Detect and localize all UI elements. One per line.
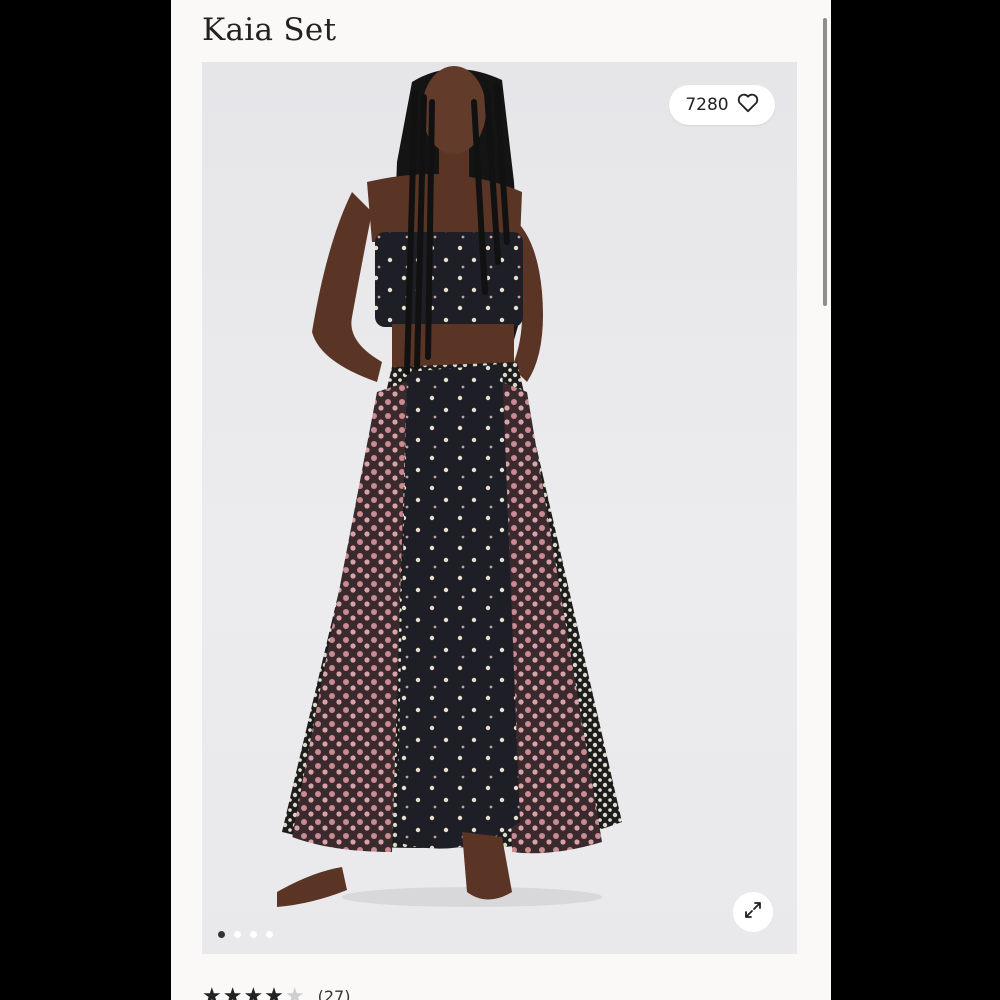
- star-rating: ★★★★★: [202, 984, 306, 1000]
- product-title: Kaia Set: [202, 12, 337, 48]
- gallery-dot[interactable]: [218, 931, 225, 938]
- rating[interactable]: ★★★★★ (27): [202, 984, 350, 1000]
- gallery-dot[interactable]: [250, 931, 257, 938]
- model-illustration: [277, 66, 622, 907]
- favorite-button[interactable]: 7280: [669, 85, 775, 125]
- expand-icon: [742, 899, 764, 925]
- scrollbar[interactable]: [823, 18, 827, 306]
- gallery-pagination: [218, 931, 273, 938]
- favorite-count: 7280: [685, 95, 729, 115]
- gallery-dot[interactable]: [234, 931, 241, 938]
- product-image[interactable]: 7280: [202, 62, 797, 954]
- product-page: Kaia Set 7280 ★★★★★ (27): [171, 0, 831, 1000]
- gallery-dot[interactable]: [266, 931, 273, 938]
- heart-icon: [737, 93, 759, 118]
- expand-button[interactable]: [733, 892, 773, 932]
- review-count: (27): [317, 987, 351, 1000]
